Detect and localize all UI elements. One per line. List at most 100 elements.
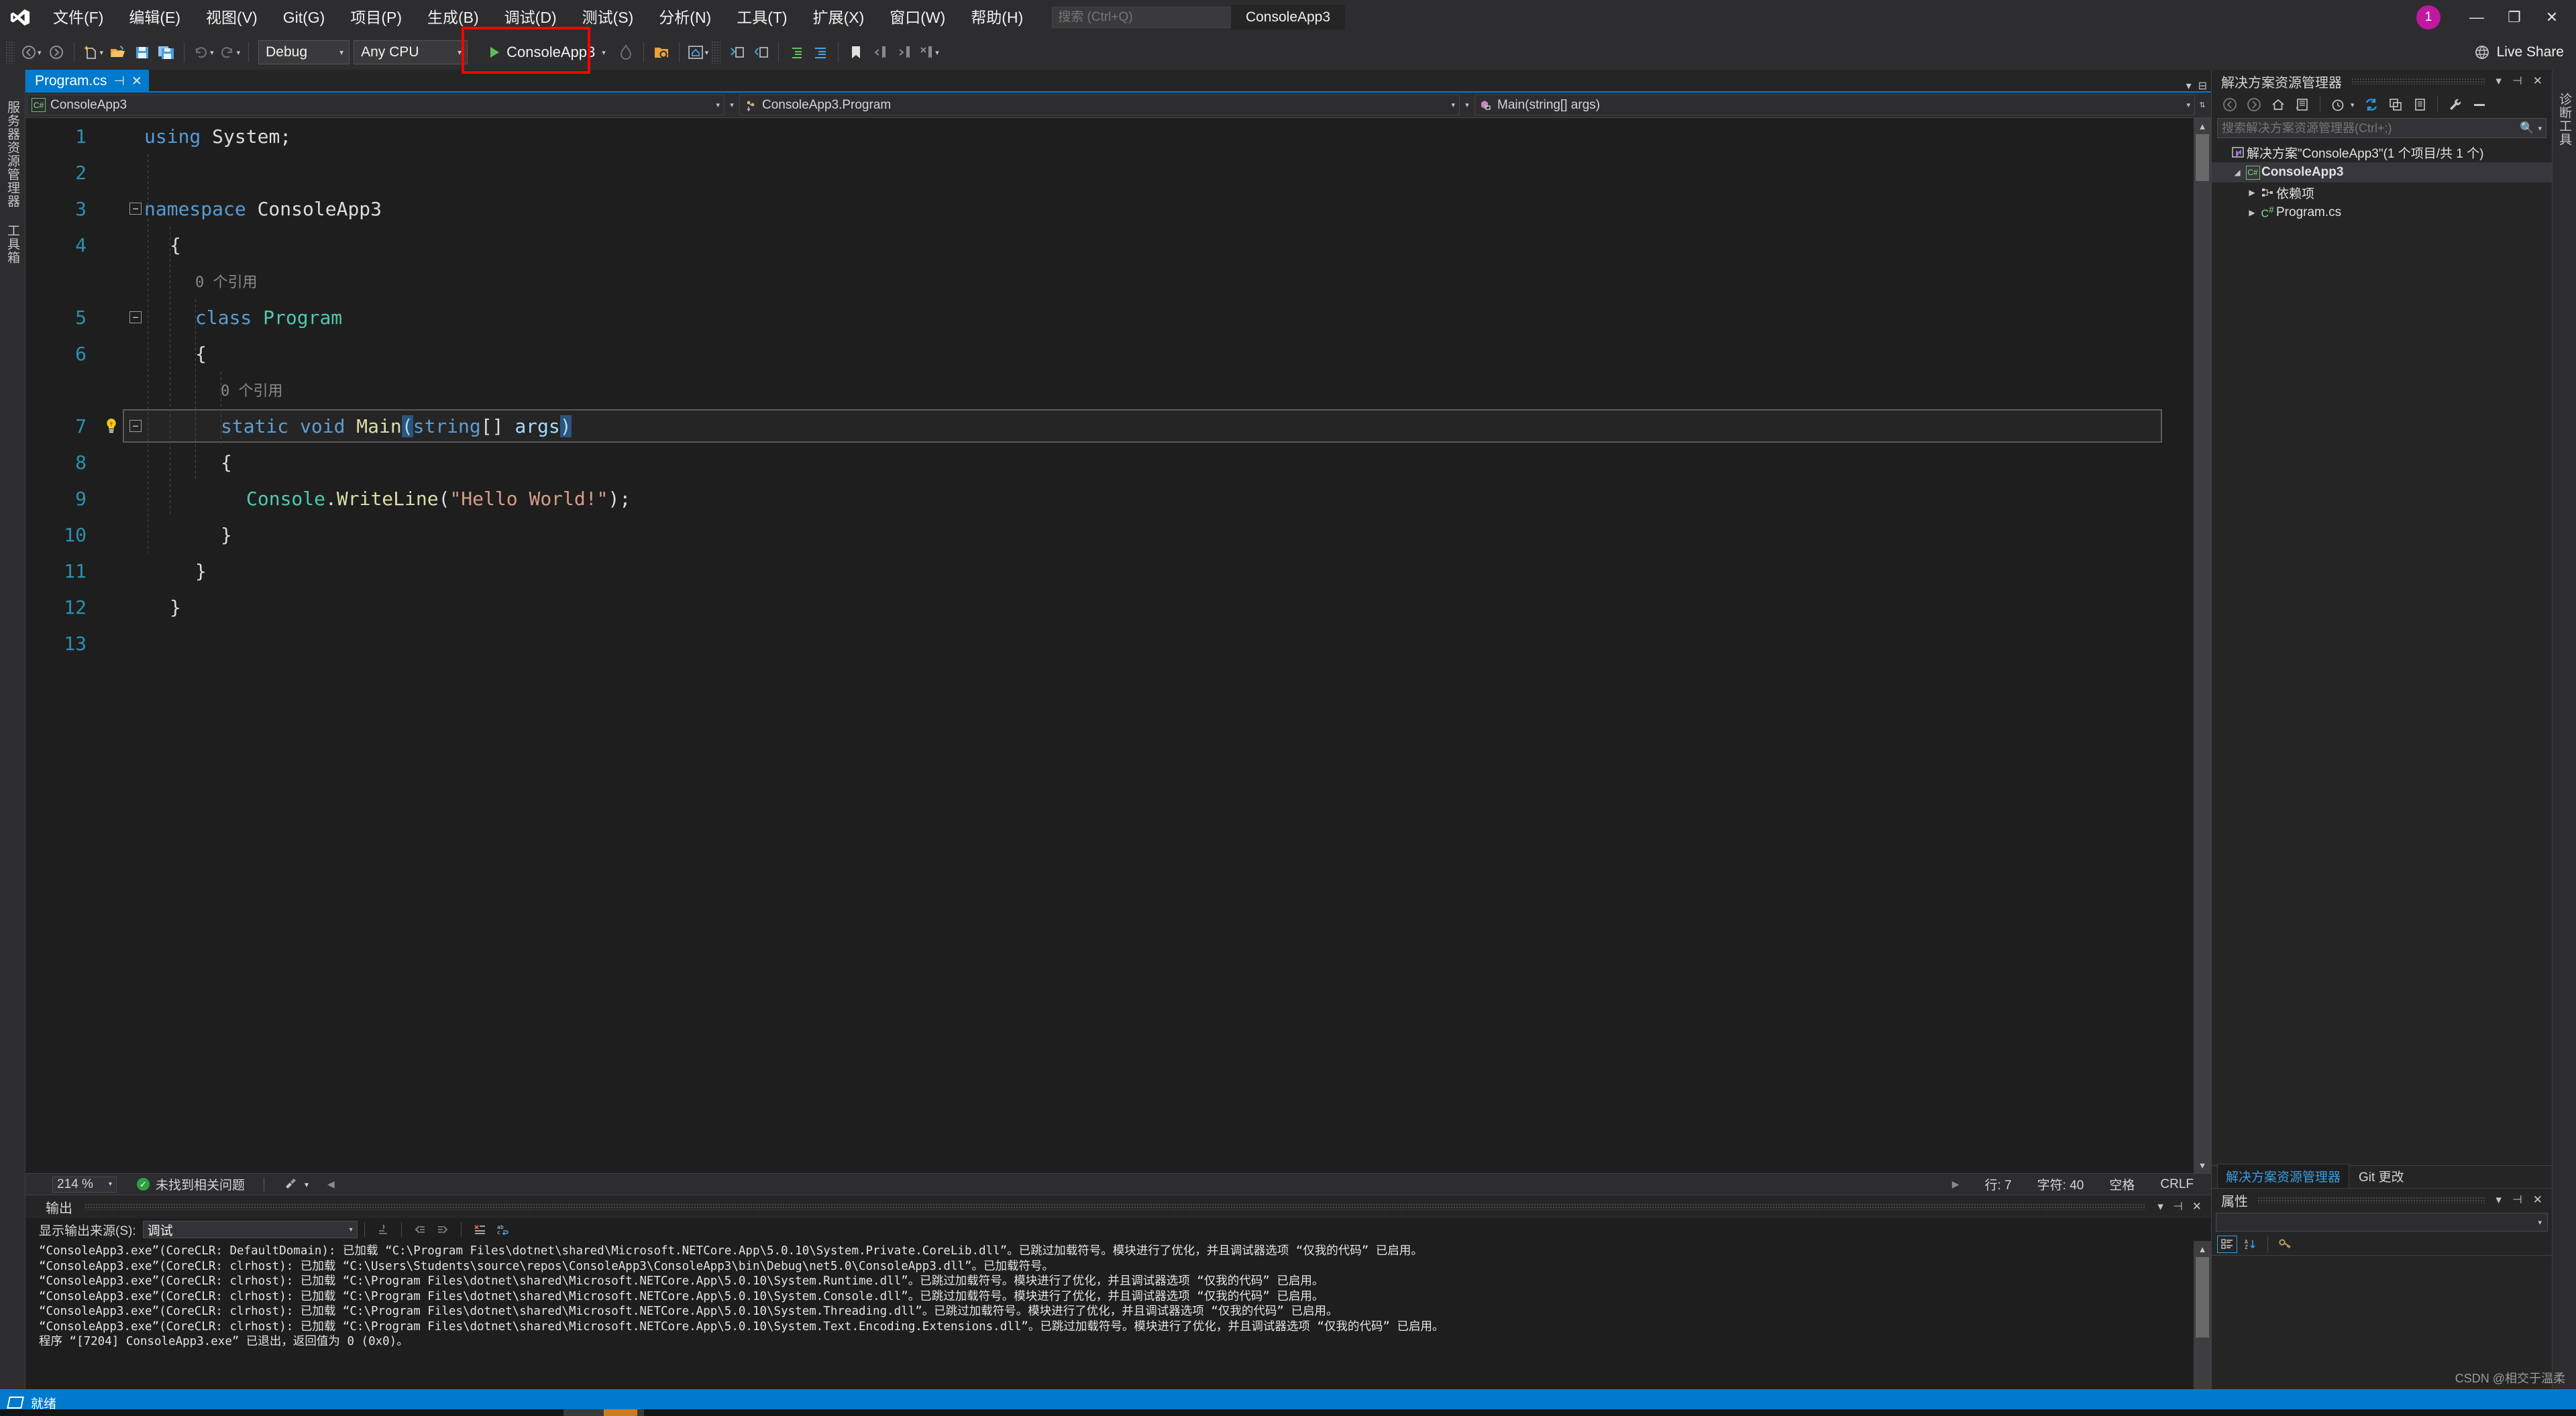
menu-analyze[interactable]: 分析(N) (646, 0, 724, 35)
menu-test[interactable]: 测试(S) (570, 0, 647, 35)
navbar-split-icon[interactable]: ⇅ (2195, 95, 2210, 115)
navigate-backward-icon[interactable]: ▾ (19, 39, 44, 66)
code-cleanup-icon[interactable] (283, 1176, 298, 1193)
decrease-indent-icon[interactable] (808, 39, 833, 66)
uncomment-selection-icon[interactable] (749, 39, 773, 66)
collapse-icon[interactable]: − (129, 420, 142, 432)
fold-toggle[interactable]: − (127, 203, 144, 215)
panel-menu-icon[interactable]: ▾ (2496, 74, 2502, 88)
live-share-button[interactable]: Live Share (2474, 44, 2576, 60)
panel-drag-handle[interactable] (2351, 78, 2487, 85)
chevron-down-icon[interactable]: ▾ (2538, 1218, 2542, 1227)
chevron-down-icon[interactable]: ▾ (705, 48, 709, 57)
scroll-track[interactable] (2194, 134, 2211, 1157)
panel-drag-handle[interactable] (2257, 1197, 2487, 1203)
line-ending-indicator[interactable]: CRLF (2160, 1177, 2194, 1192)
issue-status[interactable]: ✓ 未找到相关问题 (137, 1175, 245, 1193)
code-line[interactable]: 8{ (25, 444, 2194, 480)
menu-help[interactable]: 帮助(H) (958, 0, 1036, 35)
previous-bookmark-icon[interactable] (868, 39, 892, 66)
code-lines-container[interactable]: 1 using System; 2 3− namespace ConsoleApp3 4{… (25, 118, 2194, 1173)
tab-list-icon[interactable]: ▾ (2186, 79, 2192, 93)
menu-view[interactable]: 视图(V) (193, 0, 270, 35)
toggle-word-wrap-icon[interactable]: ab c (491, 1220, 514, 1239)
chevron-down-icon[interactable]: ▾ (109, 1181, 112, 1188)
forward-icon[interactable] (2243, 95, 2265, 115)
code-line[interactable]: 7 − static void Main(string[] args) (25, 408, 2194, 444)
chevron-down-icon[interactable]: ▾ (350, 1226, 353, 1234)
editor-vertical-scrollbar[interactable]: ▲ ▼ (2194, 118, 2211, 1173)
code-line[interactable]: 12} (25, 589, 2194, 625)
search-input[interactable] (1058, 10, 1232, 25)
show-all-files-icon[interactable] (2408, 95, 2431, 115)
go-to-previous-message-icon[interactable] (409, 1220, 431, 1239)
property-pages-icon[interactable] (2275, 1236, 2296, 1253)
new-project-icon[interactable]: ▾ (80, 39, 107, 66)
next-bookmark-icon[interactable] (892, 39, 916, 66)
chevron-down-icon[interactable]: ▾ (447, 48, 462, 57)
codelens-row[interactable]: 0 个引用 (25, 263, 2194, 299)
sidebar-item-diagnostic-tools[interactable]: 诊断工具 (2554, 85, 2575, 154)
redo-icon[interactable]: ▾ (217, 39, 244, 66)
zoom-level-combo[interactable]: 214 % ▾ (52, 1176, 117, 1193)
indentation-indicator[interactable]: 空格 (2109, 1175, 2135, 1193)
collapse-all-icon[interactable] (2384, 95, 2407, 115)
toolbar-grip[interactable] (5, 41, 15, 64)
save-icon[interactable] (130, 39, 154, 66)
properties-wrench-icon[interactable] (2444, 95, 2467, 115)
member-dropdown-expander[interactable]: ▾ (1460, 95, 1474, 115)
refresh-icon[interactable] (2360, 95, 2383, 115)
tab-program-cs[interactable]: Program.cs ⊣ ✕ (25, 70, 149, 93)
clear-bookmarks-icon[interactable]: ▾ (916, 39, 942, 66)
open-file-icon[interactable] (106, 39, 130, 66)
panel-pin-icon[interactable]: ⊣ (2512, 74, 2522, 88)
type-dropdown-expander[interactable]: ▾ (724, 95, 739, 115)
categorized-view-icon[interactable] (2217, 1235, 2237, 1253)
chevron-down-icon[interactable]: ▾ (602, 48, 606, 57)
code-line[interactable]: 4{ (25, 227, 2194, 263)
find-message-icon[interactable] (372, 1220, 394, 1239)
solution-search-input[interactable] (2222, 121, 2520, 135)
menu-extensions[interactable]: 扩展(X) (800, 0, 877, 35)
history-icon[interactable] (2326, 95, 2349, 115)
codelens-row[interactable]: 0 个引用 (25, 372, 2194, 408)
restore-button[interactable]: ❐ (2496, 0, 2533, 35)
tree-item-solution[interactable]: 解决方案"ConsoleApp3"(1 个项目/共 1 个) (2212, 142, 2552, 162)
menu-window[interactable]: 窗口(W) (877, 0, 958, 35)
output-close-icon[interactable]: ✕ (2192, 1200, 2202, 1213)
output-vertical-scrollbar[interactable]: ▲ (2194, 1241, 2211, 1389)
menu-build[interactable]: 生成(B) (415, 0, 492, 35)
menu-edit[interactable]: 编辑(E) (116, 0, 193, 35)
chevron-down-icon[interactable]: ▾ (237, 48, 241, 57)
close-icon[interactable]: ✕ (131, 74, 142, 89)
chevron-down-icon[interactable]: ▾ (709, 101, 720, 109)
chevron-down-icon[interactable]: ▾ (2180, 101, 2190, 109)
tree-item-dependencies[interactable]: ▶ 依赖项 (2212, 182, 2552, 203)
scroll-up-icon[interactable]: ▲ (2194, 118, 2211, 134)
code-line[interactable]: 6{ (25, 335, 2194, 372)
pending-changes-filter-icon[interactable] (2291, 95, 2314, 115)
expander-closed-icon[interactable]: ▶ (2245, 208, 2259, 217)
collapse-icon[interactable]: − (129, 311, 142, 323)
scroll-down-icon[interactable]: ▼ (2194, 1157, 2211, 1173)
chevron-down-icon[interactable]: ▾ (1444, 101, 1455, 109)
scroll-up-icon[interactable]: ▲ (2194, 1241, 2211, 1257)
panel-pin-icon[interactable]: ⊣ (2512, 1193, 2522, 1207)
output-body[interactable]: “ConsoleApp3.exe”(CoreCLR: DefaultDomain… (25, 1241, 2211, 1389)
avatar[interactable]: 1 (2416, 5, 2440, 30)
preview-selected-items-icon[interactable] (2468, 95, 2491, 115)
output-drag-handle[interactable] (85, 1203, 2146, 1210)
fold-toggle[interactable]: − (127, 420, 144, 432)
go-to-next-message-icon[interactable] (431, 1220, 454, 1239)
solution-explorer-search[interactable]: 🔍 ▾ (2217, 118, 2546, 138)
output-menu-icon[interactable]: ▾ (2157, 1200, 2163, 1213)
search-icon[interactable]: 🔍 (2520, 121, 2534, 135)
code-editor[interactable]: 1 using System; 2 3− namespace ConsoleApp3 4{… (25, 118, 2211, 1173)
panel-menu-icon[interactable]: ▾ (2496, 1193, 2502, 1207)
undo-icon[interactable]: ▾ (190, 39, 217, 66)
home-icon[interactable] (2267, 95, 2290, 115)
hot-reload-icon[interactable] (614, 39, 638, 66)
tree-item-csharp-project[interactable]: ◢ C# ConsoleApp3 (2212, 162, 2552, 182)
code-line[interactable]: 1 using System; (25, 118, 2194, 154)
chevron-down-icon[interactable]: ▾ (305, 1180, 309, 1189)
